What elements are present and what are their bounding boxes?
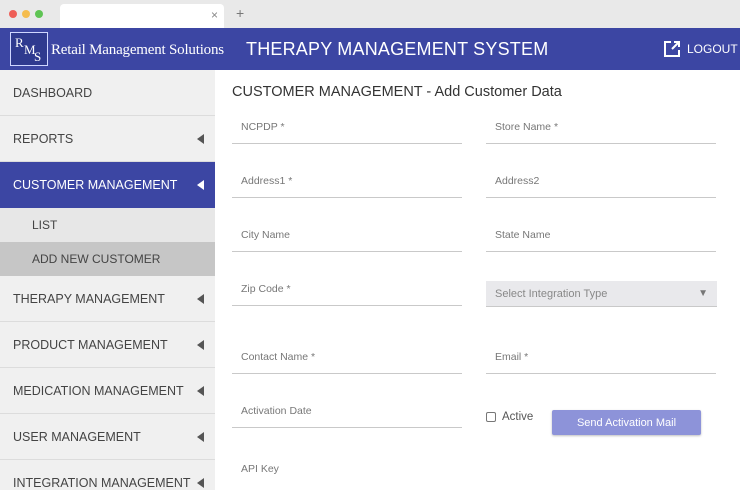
- sidebar-item-label: CUSTOMER MANAGEMENT: [13, 178, 178, 192]
- minimize-window-dot[interactable]: [22, 10, 30, 18]
- integration-type-select[interactable]: Select Integration Type ▼: [486, 281, 717, 307]
- activation-date-input[interactable]: [232, 394, 462, 427]
- api-key-input[interactable]: [232, 452, 462, 486]
- zip-input[interactable]: [232, 272, 462, 305]
- address2-input[interactable]: [486, 164, 716, 197]
- activation-date-field: [232, 394, 462, 428]
- address1-input[interactable]: [232, 164, 462, 197]
- email-field: [486, 340, 716, 374]
- page-title: CUSTOMER MANAGEMENT - Add Customer Data: [232, 84, 562, 100]
- sidebar-item-label: INTEGRATION MANAGEMENT: [13, 475, 191, 490]
- logout-icon: [664, 41, 680, 57]
- sidebar-item-customer-management[interactable]: CUSTOMER MANAGEMENT: [0, 162, 215, 208]
- active-toggle: Active: [486, 411, 533, 423]
- sidebar-subitem-list[interactable]: LIST: [0, 208, 215, 242]
- sidebar-item-product-management[interactable]: PRODUCT MANAGEMENT: [0, 322, 215, 368]
- contact-name-field: [232, 340, 462, 374]
- city-input[interactable]: [232, 218, 462, 251]
- sidebar-item-integration-management[interactable]: INTEGRATION MANAGEMENT: [0, 460, 215, 490]
- state-input[interactable]: [486, 218, 716, 251]
- address1-field: [232, 164, 462, 198]
- sidebar-item-reports[interactable]: REPORTS: [0, 116, 215, 162]
- integration-type-value: Select Integration Type: [495, 288, 608, 300]
- sidebar-item-user-management[interactable]: USER MANAGEMENT: [0, 414, 215, 460]
- ncpdp-input[interactable]: [232, 110, 462, 143]
- close-window-dot[interactable]: [9, 10, 17, 18]
- state-field: [486, 218, 716, 252]
- address2-field: [486, 164, 716, 198]
- sidebar-item-medication-management[interactable]: MEDICATION MANAGEMENT: [0, 368, 215, 414]
- chevron-left-icon: [197, 339, 204, 350]
- contact-name-input[interactable]: [232, 340, 462, 373]
- chevron-left-icon: [197, 133, 204, 144]
- caret-down-icon: ▼: [698, 288, 708, 299]
- new-tab-icon[interactable]: +: [236, 5, 244, 21]
- sidebar-item-label: PRODUCT MANAGEMENT: [13, 337, 168, 352]
- chevron-left-icon: [197, 385, 204, 396]
- sidebar-item-label: DASHBOARD: [13, 85, 93, 100]
- sidebar-subitem-label: ADD NEW CUSTOMER: [32, 252, 161, 266]
- sidebar-item-label: MEDICATION MANAGEMENT: [13, 383, 184, 398]
- tab-close-icon[interactable]: ×: [211, 8, 218, 22]
- browser-tab[interactable]: ×: [60, 4, 224, 28]
- chevron-left-icon: [197, 477, 204, 488]
- logout-button[interactable]: LOGOUT: [663, 38, 738, 60]
- chevron-left-icon: [197, 180, 204, 190]
- sidebar-subitem-label: LIST: [32, 218, 58, 232]
- logo-letter-s: S: [34, 49, 42, 64]
- logout-label: LOGOUT: [687, 42, 738, 56]
- api-key-field: [232, 452, 462, 486]
- rms-logo: R M S: [10, 32, 48, 66]
- store-name-input[interactable]: [486, 110, 716, 143]
- browser-chrome: × +: [0, 0, 740, 28]
- sidebar-subitem-add-new-customer[interactable]: ADD NEW CUSTOMER: [0, 242, 215, 276]
- sidebar-item-therapy-management[interactable]: THERAPY MANAGEMENT: [0, 276, 215, 322]
- app-title: THERAPY MANAGEMENT SYSTEM: [246, 39, 549, 59]
- city-field: [232, 218, 462, 252]
- sidebar-item-label: THERAPY MANAGEMENT: [13, 291, 165, 306]
- active-checkbox[interactable]: [486, 412, 496, 422]
- app-header: R M S Retail Management Solutions THERAP…: [0, 28, 740, 70]
- logo-letter-r: R: [15, 35, 24, 50]
- maximize-window-dot[interactable]: [35, 10, 43, 18]
- zip-field: [232, 272, 462, 306]
- email-input[interactable]: [486, 340, 716, 373]
- active-label: Active: [502, 411, 534, 423]
- chevron-left-icon: [197, 431, 204, 442]
- store-name-field: [486, 110, 716, 144]
- sidebar-item-dashboard[interactable]: DASHBOARD: [0, 70, 215, 116]
- ncpdp-field: [232, 110, 462, 144]
- sidebar-item-label: REPORTS: [13, 131, 74, 146]
- company-name: Retail Management Solutions: [51, 42, 224, 58]
- send-activation-mail-button[interactable]: Send Activation Mail: [552, 410, 701, 435]
- chevron-left-icon: [197, 293, 204, 304]
- sidebar: DASHBOARD REPORTS CUSTOMER MANAGEMENT LI…: [0, 70, 215, 490]
- sidebar-item-label: USER MANAGEMENT: [13, 429, 141, 444]
